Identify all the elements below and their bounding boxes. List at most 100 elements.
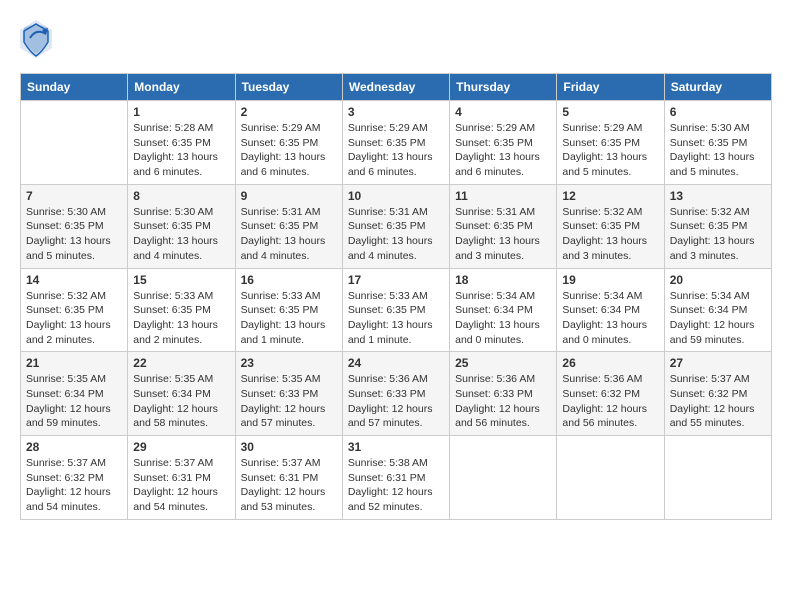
calendar-week-2: 7 Sunrise: 5:30 AMSunset: 6:35 PMDaylight… bbox=[21, 184, 772, 268]
day-number: 17 bbox=[348, 273, 444, 287]
day-number: 13 bbox=[670, 189, 766, 203]
day-number: 4 bbox=[455, 105, 551, 119]
cell-content: Sunrise: 5:36 AMSunset: 6:32 PMDaylight:… bbox=[562, 372, 658, 431]
calendar-week-1: 1 Sunrise: 5:28 AMSunset: 6:35 PMDaylight… bbox=[21, 101, 772, 185]
calendar-cell: 7 Sunrise: 5:30 AMSunset: 6:35 PMDaylight… bbox=[21, 184, 128, 268]
day-number: 9 bbox=[241, 189, 337, 203]
cell-content: Sunrise: 5:33 AMSunset: 6:35 PMDaylight:… bbox=[133, 289, 229, 348]
day-number: 23 bbox=[241, 356, 337, 370]
calendar-cell: 11 Sunrise: 5:31 AMSunset: 6:35 PMDayligh… bbox=[450, 184, 557, 268]
calendar-cell: 21 Sunrise: 5:35 AMSunset: 6:34 PMDayligh… bbox=[21, 352, 128, 436]
day-number: 20 bbox=[670, 273, 766, 287]
calendar-cell: 3Sunrise: 5:29 AMSunset: 6:35 PMDaylight… bbox=[342, 101, 449, 185]
cell-content: Sunrise: 5:36 AMSunset: 6:33 PMDaylight:… bbox=[455, 372, 551, 431]
calendar-cell: 19Sunrise: 5:34 AMSunset: 6:34 PMDayligh… bbox=[557, 268, 664, 352]
header bbox=[20, 20, 772, 63]
calendar-cell: 31 Sunrise: 5:38 AMSunset: 6:31 PMDayligh… bbox=[342, 436, 449, 520]
calendar-cell: 24Sunrise: 5:36 AMSunset: 6:33 PMDayligh… bbox=[342, 352, 449, 436]
day-number: 11 bbox=[455, 189, 551, 203]
header-wednesday: Wednesday bbox=[342, 74, 449, 101]
calendar-cell: 10 Sunrise: 5:31 AMSunset: 6:35 PMDayligh… bbox=[342, 184, 449, 268]
calendar-cell: 16 Sunrise: 5:33 AMSunset: 6:35 PMDayligh… bbox=[235, 268, 342, 352]
calendar-cell: 23 Sunrise: 5:35 AMSunset: 6:33 PMDayligh… bbox=[235, 352, 342, 436]
calendar-cell: 18Sunrise: 5:34 AMSunset: 6:34 PMDayligh… bbox=[450, 268, 557, 352]
day-number: 7 bbox=[26, 189, 122, 203]
calendar-cell bbox=[450, 436, 557, 520]
header-friday: Friday bbox=[557, 74, 664, 101]
cell-content: Sunrise: 5:32 AMSunset: 6:35 PMDaylight:… bbox=[26, 289, 122, 348]
calendar-cell: 22 Sunrise: 5:35 AMSunset: 6:34 PMDayligh… bbox=[128, 352, 235, 436]
calendar-cell: 5Sunrise: 5:29 AMSunset: 6:35 PMDaylight… bbox=[557, 101, 664, 185]
cell-content: Sunrise: 5:33 AMSunset: 6:35 PMDaylight:… bbox=[241, 289, 337, 348]
day-number: 22 bbox=[133, 356, 229, 370]
cell-content: Sunrise: 5:29 AMSunset: 6:35 PMDaylight:… bbox=[562, 121, 658, 180]
day-number: 18 bbox=[455, 273, 551, 287]
cell-content: Sunrise: 5:32 AMSunset: 6:35 PMDaylight:… bbox=[562, 205, 658, 264]
cell-content: Sunrise: 5:37 AMSunset: 6:31 PMDaylight:… bbox=[241, 456, 337, 515]
calendar-cell: 9 Sunrise: 5:31 AMSunset: 6:35 PMDaylight… bbox=[235, 184, 342, 268]
calendar-header-row: SundayMondayTuesdayWednesdayThursdayFrid… bbox=[21, 74, 772, 101]
calendar-cell: 4 Sunrise: 5:29 AMSunset: 6:35 PMDaylight… bbox=[450, 101, 557, 185]
day-number: 31 bbox=[348, 440, 444, 454]
cell-content: Sunrise: 5:29 AMSunset: 6:35 PMDaylight:… bbox=[455, 121, 551, 180]
logo-icon bbox=[20, 20, 52, 63]
day-number: 14 bbox=[26, 273, 122, 287]
day-number: 3 bbox=[348, 105, 444, 119]
calendar-cell: 20 Sunrise: 5:34 AMSunset: 6:34 PMDayligh… bbox=[664, 268, 771, 352]
cell-content: Sunrise: 5:35 AMSunset: 6:33 PMDaylight:… bbox=[241, 372, 337, 431]
cell-content: Sunrise: 5:28 AMSunset: 6:35 PMDaylight:… bbox=[133, 121, 229, 180]
calendar-week-5: 28Sunrise: 5:37 AMSunset: 6:32 PMDayligh… bbox=[21, 436, 772, 520]
calendar-cell bbox=[21, 101, 128, 185]
day-number: 6 bbox=[670, 105, 766, 119]
cell-content: Sunrise: 5:32 AMSunset: 6:35 PMDaylight:… bbox=[670, 205, 766, 264]
calendar-cell: 14 Sunrise: 5:32 AMSunset: 6:35 PMDayligh… bbox=[21, 268, 128, 352]
day-number: 8 bbox=[133, 189, 229, 203]
day-number: 29 bbox=[133, 440, 229, 454]
calendar-cell: 8Sunrise: 5:30 AMSunset: 6:35 PMDaylight… bbox=[128, 184, 235, 268]
calendar-cell bbox=[557, 436, 664, 520]
day-number: 15 bbox=[133, 273, 229, 287]
day-number: 2 bbox=[241, 105, 337, 119]
day-number: 30 bbox=[241, 440, 337, 454]
calendar-week-4: 21 Sunrise: 5:35 AMSunset: 6:34 PMDayligh… bbox=[21, 352, 772, 436]
calendar-cell: 2 Sunrise: 5:29 AMSunset: 6:35 PMDaylight… bbox=[235, 101, 342, 185]
cell-content: Sunrise: 5:35 AMSunset: 6:34 PMDaylight:… bbox=[133, 372, 229, 431]
cell-content: Sunrise: 5:31 AMSunset: 6:35 PMDaylight:… bbox=[455, 205, 551, 264]
header-saturday: Saturday bbox=[664, 74, 771, 101]
day-number: 16 bbox=[241, 273, 337, 287]
cell-content: Sunrise: 5:34 AMSunset: 6:34 PMDaylight:… bbox=[670, 289, 766, 348]
cell-content: Sunrise: 5:31 AMSunset: 6:35 PMDaylight:… bbox=[241, 205, 337, 264]
cell-content: Sunrise: 5:35 AMSunset: 6:34 PMDaylight:… bbox=[26, 372, 122, 431]
day-number: 24 bbox=[348, 356, 444, 370]
calendar-week-3: 14 Sunrise: 5:32 AMSunset: 6:35 PMDayligh… bbox=[21, 268, 772, 352]
calendar-cell: 15 Sunrise: 5:33 AMSunset: 6:35 PMDayligh… bbox=[128, 268, 235, 352]
calendar-cell: 12 Sunrise: 5:32 AMSunset: 6:35 PMDayligh… bbox=[557, 184, 664, 268]
day-number: 12 bbox=[562, 189, 658, 203]
day-number: 19 bbox=[562, 273, 658, 287]
calendar-cell bbox=[664, 436, 771, 520]
cell-content: Sunrise: 5:29 AMSunset: 6:35 PMDaylight:… bbox=[241, 121, 337, 180]
day-number: 21 bbox=[26, 356, 122, 370]
calendar-cell: 25Sunrise: 5:36 AMSunset: 6:33 PMDayligh… bbox=[450, 352, 557, 436]
header-monday: Monday bbox=[128, 74, 235, 101]
header-sunday: Sunday bbox=[21, 74, 128, 101]
cell-content: Sunrise: 5:38 AMSunset: 6:31 PMDaylight:… bbox=[348, 456, 444, 515]
day-number: 1 bbox=[133, 105, 229, 119]
calendar-cell: 28Sunrise: 5:37 AMSunset: 6:32 PMDayligh… bbox=[21, 436, 128, 520]
cell-content: Sunrise: 5:30 AMSunset: 6:35 PMDaylight:… bbox=[26, 205, 122, 264]
cell-content: Sunrise: 5:37 AMSunset: 6:32 PMDaylight:… bbox=[26, 456, 122, 515]
cell-content: Sunrise: 5:31 AMSunset: 6:35 PMDaylight:… bbox=[348, 205, 444, 264]
cell-content: Sunrise: 5:30 AMSunset: 6:35 PMDaylight:… bbox=[670, 121, 766, 180]
calendar-cell: 6 Sunrise: 5:30 AMSunset: 6:35 PMDaylight… bbox=[664, 101, 771, 185]
cell-content: Sunrise: 5:37 AMSunset: 6:32 PMDaylight:… bbox=[670, 372, 766, 431]
calendar-cell: 30 Sunrise: 5:37 AMSunset: 6:31 PMDayligh… bbox=[235, 436, 342, 520]
day-number: 10 bbox=[348, 189, 444, 203]
cell-content: Sunrise: 5:33 AMSunset: 6:35 PMDaylight:… bbox=[348, 289, 444, 348]
header-thursday: Thursday bbox=[450, 74, 557, 101]
day-number: 26 bbox=[562, 356, 658, 370]
header-tuesday: Tuesday bbox=[235, 74, 342, 101]
cell-content: Sunrise: 5:37 AMSunset: 6:31 PMDaylight:… bbox=[133, 456, 229, 515]
calendar-cell: 13 Sunrise: 5:32 AMSunset: 6:35 PMDayligh… bbox=[664, 184, 771, 268]
calendar-cell: 1 Sunrise: 5:28 AMSunset: 6:35 PMDaylight… bbox=[128, 101, 235, 185]
calendar-table: SundayMondayTuesdayWednesdayThursdayFrid… bbox=[20, 73, 772, 520]
